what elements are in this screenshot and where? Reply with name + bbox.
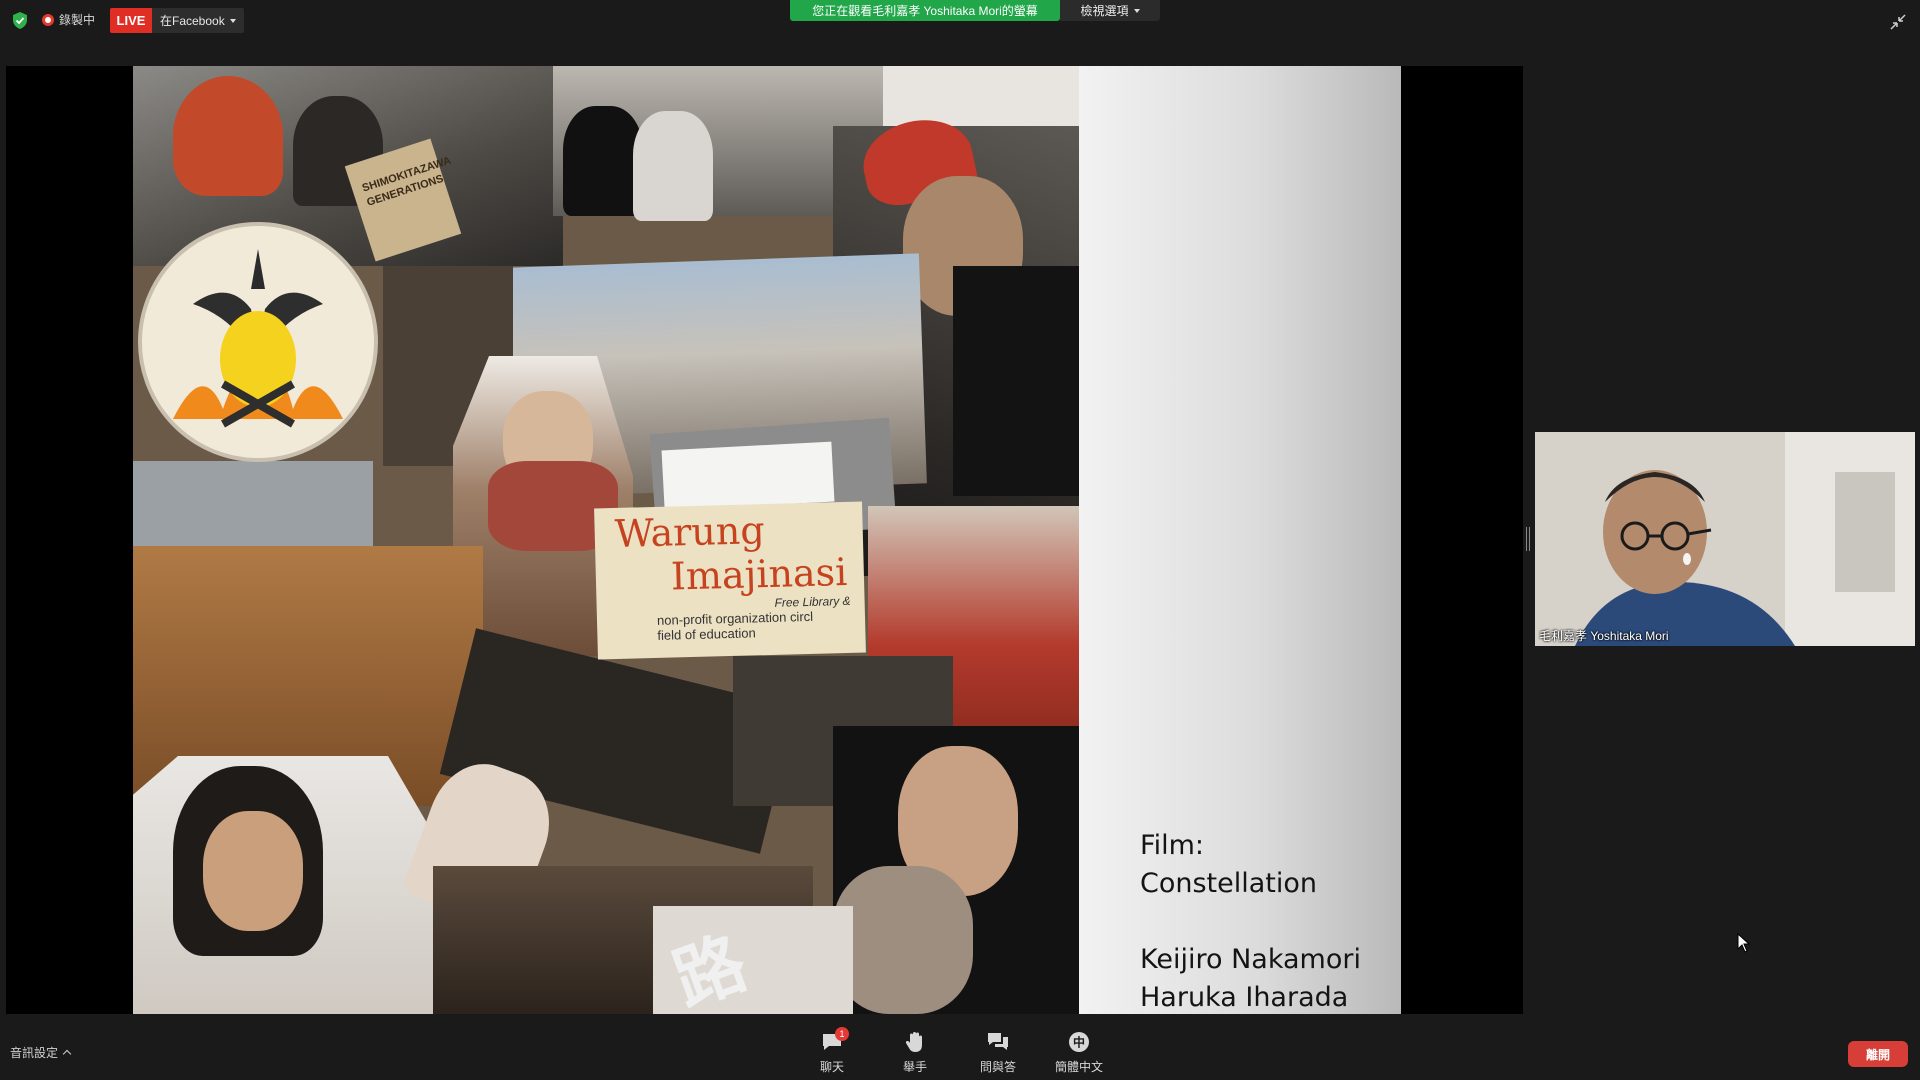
language-globe-icon: 中	[1069, 1032, 1089, 1052]
presentation-slide: SHIMOKITAZAWA GENERATIONS Warung Imajina…	[133, 66, 1401, 1014]
participant-video[interactable]: 毛利嘉孝 Yoshitaka Mori	[1535, 432, 1915, 646]
warung-imajinasi-sign: Warung Imajinasi Free Library & non-prof…	[594, 501, 866, 660]
chevron-up-icon	[62, 1049, 72, 1059]
screen-share-banner: 您正在觀看毛利嘉孝 Yoshitaka Mori的螢幕	[790, 0, 1060, 21]
exit-fullscreen-icon[interactable]	[1890, 14, 1906, 30]
collage-photo	[633, 111, 713, 221]
meeting-controls-bar: 音訊設定 1 聊天 舉手 問與答 中 簡體中文 離開	[0, 1020, 1920, 1080]
film-label: Film:	[1140, 830, 1204, 861]
live-stream-dropdown[interactable]: 在Facebook	[152, 8, 244, 33]
raise-hand-icon	[905, 1032, 922, 1052]
photo-collage: SHIMOKITAZAWA GENERATIONS Warung Imajina…	[133, 66, 1079, 1014]
shared-screen[interactable]: SHIMOKITAZAWA GENERATIONS Warung Imajina…	[6, 66, 1523, 1014]
audio-settings-button[interactable]: 音訊設定	[10, 1044, 72, 1061]
live-target-label: 在Facebook	[160, 14, 225, 28]
top-bar: 錄製中 LIVE 在Facebook 您正在觀看毛利嘉孝 Yoshitaka M…	[0, 0, 1920, 40]
collage-photo	[953, 266, 1079, 496]
interpretation-button[interactable]: 中 簡體中文	[1047, 1030, 1111, 1075]
qa-icon	[988, 1033, 1008, 1050]
leave-button[interactable]: 離開	[1848, 1041, 1908, 1067]
collage-photo	[173, 76, 283, 196]
chat-button[interactable]: 1 聊天	[800, 1027, 864, 1075]
view-options-button[interactable]: 檢視選項	[1060, 0, 1160, 21]
qa-button[interactable]: 問與答	[966, 1030, 1030, 1075]
live-badge[interactable]: LIVE	[110, 8, 152, 33]
recording-label: 錄製中	[59, 13, 96, 27]
record-icon	[42, 13, 54, 26]
mouse-pointer-icon	[1737, 933, 1751, 953]
credit-name: Keijiro Nakamori	[1140, 944, 1361, 975]
view-options-label: 檢視選項	[1080, 4, 1129, 18]
chevron-down-icon	[1133, 8, 1140, 13]
caret-down-icon	[230, 18, 236, 23]
panel-resize-handle[interactable]	[1526, 527, 1530, 551]
film-credits: Film: Constellation Keijiro Nakamori Har…	[1140, 827, 1361, 1014]
warung-line-1: Warung	[614, 508, 766, 556]
warung-line-2: Imajinasi	[670, 549, 848, 599]
raise-hand-label: 舉手	[902, 1060, 927, 1074]
interpretation-label: 簡體中文	[1054, 1060, 1103, 1074]
participant-name: 毛利嘉孝 Yoshitaka Mori	[1539, 629, 1669, 643]
collage-photo	[661, 441, 835, 511]
participant-video-frame	[1535, 432, 1915, 646]
raise-hand-button[interactable]: 舉手	[883, 1030, 947, 1075]
interpretation-glyph: 中	[1073, 1035, 1085, 1050]
recording-indicator[interactable]: 錄製中	[42, 11, 95, 28]
audio-settings-label: 音訊設定	[10, 1046, 59, 1060]
chat-label: 聊天	[819, 1060, 844, 1074]
collage-photo	[833, 866, 973, 1014]
qa-label: 問與答	[979, 1060, 1016, 1074]
film-title: Constellation	[1140, 868, 1318, 899]
shield-check-icon[interactable]	[12, 12, 28, 29]
collage-photo	[203, 811, 303, 931]
credit-name: Haruka Iharada	[1140, 982, 1349, 1013]
goat-emblem-illustration	[138, 222, 378, 462]
chat-unread-badge: 1	[835, 1027, 849, 1041]
collage-photo	[563, 106, 643, 216]
